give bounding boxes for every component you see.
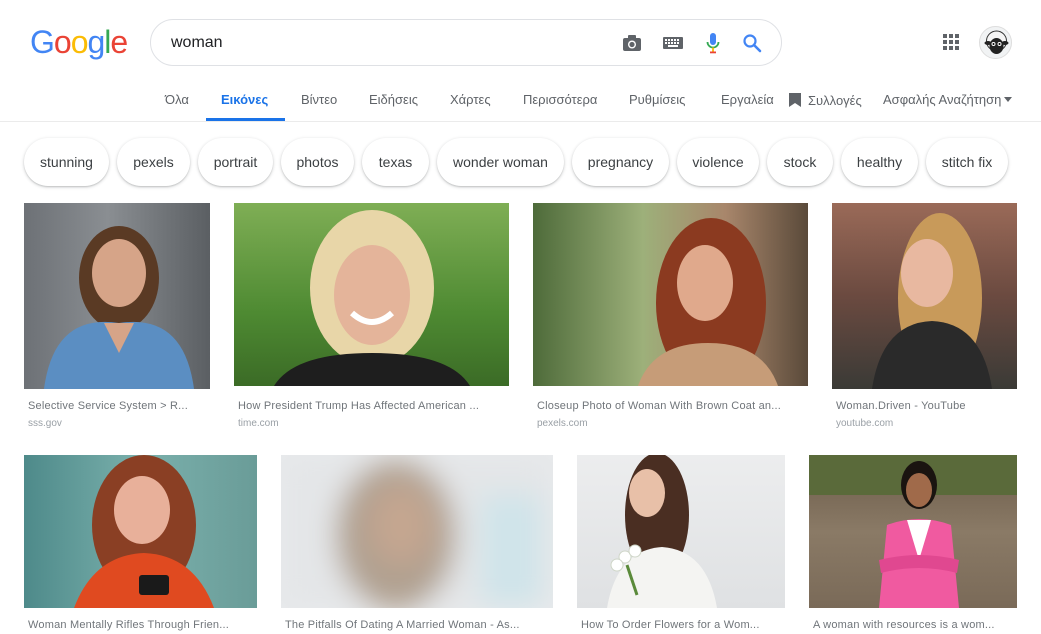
keyboard-icon[interactable] [662,32,684,54]
chip[interactable]: wonder woman [437,138,564,186]
woman-photo-image [872,213,992,389]
search-input[interactable] [171,20,601,65]
sheep-avatar-icon [984,30,1009,54]
result-caption: How To Order Flowers for a Wom... [581,619,760,631]
mic-icon[interactable] [702,32,724,54]
woman-photo-image [638,218,778,386]
result-caption: Selective Service System > R... [28,400,188,412]
image-result[interactable]: Selective Service System > R... sss.gov [24,203,210,433]
result-source: youtube.com [836,418,894,429]
result-source: sss.gov [28,418,62,429]
chip[interactable]: photos [281,138,354,186]
chip[interactable]: pexels [117,138,190,186]
chip[interactable]: stitch fix [926,138,1008,186]
result-thumbnail[interactable] [234,203,509,386]
woman-photo-image [274,210,470,386]
result-source: time.com [238,418,279,429]
chip[interactable]: portrait [198,138,273,186]
chip[interactable]: violence [677,138,759,186]
logo-letter: g [87,24,105,60]
tab-maps[interactable]: Χάρτες [450,92,491,107]
chip[interactable]: stunning [24,138,109,186]
google-logo[interactable]: Google [30,24,128,61]
tab-settings[interactable]: Ρυθμίσεις [629,92,685,107]
search-box[interactable] [150,19,782,66]
blurred-photo-image [281,455,553,608]
result-caption: Woman Mentally Rifles Through Frien... [28,619,229,631]
woman-with-flowers-image [607,455,717,608]
chip[interactable]: pregnancy [572,138,669,186]
result-thumbnail[interactable] [24,203,210,389]
active-tab-indicator [206,118,285,121]
tab-bar: Όλα Εικόνες Βίντεο Ειδήσεις Χάρτες Περισ… [0,80,1041,122]
tab-images[interactable]: Εικόνες [221,92,268,107]
result-thumbnail[interactable] [24,455,257,608]
result-caption: Closeup Photo of Woman With Brown Coat a… [537,400,781,412]
tab-tools[interactable]: Εργαλεία [721,92,774,107]
chip[interactable]: healthy [841,138,918,186]
result-source: pexels.com [537,418,588,429]
result-thumbnail[interactable] [281,455,553,608]
tab-more[interactable]: Περισσότερα [523,92,597,107]
safe-search-label: Ασφαλής Αναζήτηση [883,92,1002,107]
result-caption: A woman with resources is a wom... [813,619,995,631]
woman-pink-blazer-image [809,455,1017,608]
account-avatar[interactable] [979,26,1012,59]
logo-letter: e [110,24,128,60]
image-result[interactable]: How President Trump Has Affected America… [234,203,509,433]
tab-all[interactable]: Όλα [165,92,189,107]
logo-letter: o [70,24,89,60]
result-caption: How President Trump Has Affected America… [238,400,480,412]
tab-safe-search[interactable]: Ασφαλής Αναζήτηση [883,92,1013,107]
logo-letter: o [53,24,72,60]
bookmark-icon [789,93,801,107]
apps-grid-icon[interactable] [941,32,961,52]
logo-letter: G [30,24,55,60]
chip[interactable]: stock [767,138,833,186]
result-caption: Woman.Driven - YouTube [836,400,966,412]
image-result[interactable]: Woman Mentally Rifles Through Frien... [24,455,257,634]
tab-videos[interactable]: Βίντεο [301,92,337,107]
result-thumbnail[interactable] [809,455,1017,608]
search-icon[interactable] [741,32,763,54]
result-thumbnail[interactable] [577,455,785,608]
image-result[interactable]: Woman.Driven - YouTube youtube.com [832,203,1017,433]
result-thumbnail[interactable] [832,203,1017,389]
image-result[interactable]: Closeup Photo of Woman With Brown Coat a… [533,203,808,433]
image-result[interactable]: A woman with resources is a wom... [809,455,1017,634]
tab-collections-label: Συλλογές [808,92,862,108]
tab-news[interactable]: Ειδήσεις [369,92,418,107]
caret-down-icon [1004,97,1013,102]
camera-icon[interactable] [621,32,643,54]
result-thumbnail[interactable] [533,203,808,386]
image-result[interactable]: How To Order Flowers for a Wom... [577,455,785,634]
chip[interactable]: texas [362,138,429,186]
tab-collections[interactable]: Συλλογές [788,92,862,108]
woman-photo-image [44,226,194,389]
woman-photo-image [74,455,214,608]
result-caption: The Pitfalls Of Dating A Married Woman -… [285,619,520,631]
image-result[interactable]: The Pitfalls Of Dating A Married Woman -… [281,455,553,634]
